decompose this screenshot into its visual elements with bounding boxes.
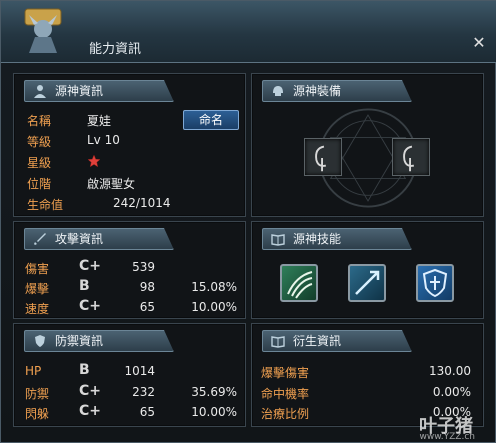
derived-info-title: 衍生資訊 <box>293 334 342 348</box>
title-bar[interactable]: 能力資訊 ✕ <box>1 1 496 63</box>
hp-stat-label: HP <box>25 364 42 378</box>
heal-ratio-label: 治療比例 <box>261 407 310 421</box>
spirit-skills-title: 源神技能 <box>293 232 342 246</box>
crit-grade: B <box>79 278 90 294</box>
damage-grade: C+ <box>79 258 102 274</box>
hit-rate-value: 0.00% <box>432 385 471 399</box>
defense-info-title: 防禦資訊 <box>55 334 104 348</box>
ability-info-window: 能力資訊 ✕ 源神資訊 名稱 夏娃 命名 等級 Lv 10 星級 位階 啟源聖女… <box>0 0 496 443</box>
attack-info-title: 攻擊資訊 <box>55 232 104 246</box>
hp-stat-value: 1014 <box>124 364 155 378</box>
book-icon <box>271 334 285 348</box>
name-label: 名稱 <box>27 114 52 128</box>
window-title: 能力資訊 <box>89 42 142 57</box>
defense-percent: 35.69% <box>191 385 237 399</box>
defense-label: 防禦 <box>25 387 50 401</box>
spirit-skills-panel: 源神技能 <box>251 221 484 319</box>
star-icon <box>87 154 101 168</box>
damage-value: 539 <box>132 260 155 274</box>
close-icon[interactable]: ✕ <box>471 35 487 51</box>
crit-percent: 15.08% <box>191 280 237 294</box>
dodge-value: 65 <box>139 405 155 419</box>
hp-value: 242/1014 <box>113 196 171 210</box>
defense-value: 232 <box>132 385 155 399</box>
star-label: 星級 <box>27 156 52 170</box>
name-value: 夏娃 <box>87 114 112 128</box>
spirit-equip-panel: 源神裝備 <box>251 73 484 217</box>
empty-slot-icon <box>315 145 327 172</box>
damage-label: 傷害 <box>25 262 50 276</box>
spirit-equip-title: 源神裝備 <box>293 84 342 98</box>
book-icon <box>271 232 285 246</box>
rank-label: 位階 <box>27 177 52 191</box>
spirit-equip-header: 源神裝備 <box>262 80 412 102</box>
empty-slot-icon <box>403 145 415 172</box>
sword-icon <box>33 232 47 246</box>
level-value: Lv 10 <box>87 133 120 147</box>
dodge-label: 閃躲 <box>25 407 50 421</box>
shield-skill-icon <box>422 268 448 298</box>
crit-damage-value: 130.00 <box>429 364 471 378</box>
spirit-info-header: 源神資訊 <box>24 80 174 102</box>
defense-grade: C+ <box>79 383 102 399</box>
crit-value: 98 <box>139 280 155 294</box>
equip-slot-2[interactable] <box>392 138 430 176</box>
crit-label: 爆擊 <box>25 282 50 296</box>
arrow-skill-icon <box>355 270 380 295</box>
dodge-grade: C+ <box>79 403 102 419</box>
speed-label: 速度 <box>25 302 50 316</box>
attack-info-header: 攻擊資訊 <box>24 228 174 250</box>
skill-slot-2[interactable] <box>348 264 386 302</box>
rename-button[interactable]: 命名 <box>183 110 239 130</box>
derived-info-header: 衍生資訊 <box>262 330 412 352</box>
crit-damage-label: 爆擊傷害 <box>261 366 310 380</box>
claw-skill-icon <box>287 271 313 299</box>
spirit-portrait-icon <box>24 8 62 53</box>
rank-value: 啟源聖女 <box>87 177 136 191</box>
speed-grade: C+ <box>79 298 102 314</box>
speed-percent: 10.00% <box>191 300 237 314</box>
hp-stat-grade: B <box>79 362 90 378</box>
shield-icon <box>33 334 47 348</box>
watermark-url: www.YZZ.cn <box>419 432 475 442</box>
hp-label: 生命值 <box>27 198 64 212</box>
hit-rate-label: 命中機率 <box>261 387 310 401</box>
defense-info-header: 防禦資訊 <box>24 330 174 352</box>
helmet-icon <box>271 84 285 98</box>
equip-slot-1[interactable] <box>304 138 342 176</box>
spirit-info-title: 源神資訊 <box>55 84 104 98</box>
level-label: 等級 <box>27 135 52 149</box>
speed-value: 65 <box>139 300 155 314</box>
spirit-skills-header: 源神技能 <box>262 228 412 250</box>
skill-slot-3[interactable] <box>416 264 454 302</box>
person-icon <box>33 84 47 98</box>
dodge-percent: 10.00% <box>191 405 237 419</box>
skill-slot-1[interactable] <box>280 264 318 302</box>
